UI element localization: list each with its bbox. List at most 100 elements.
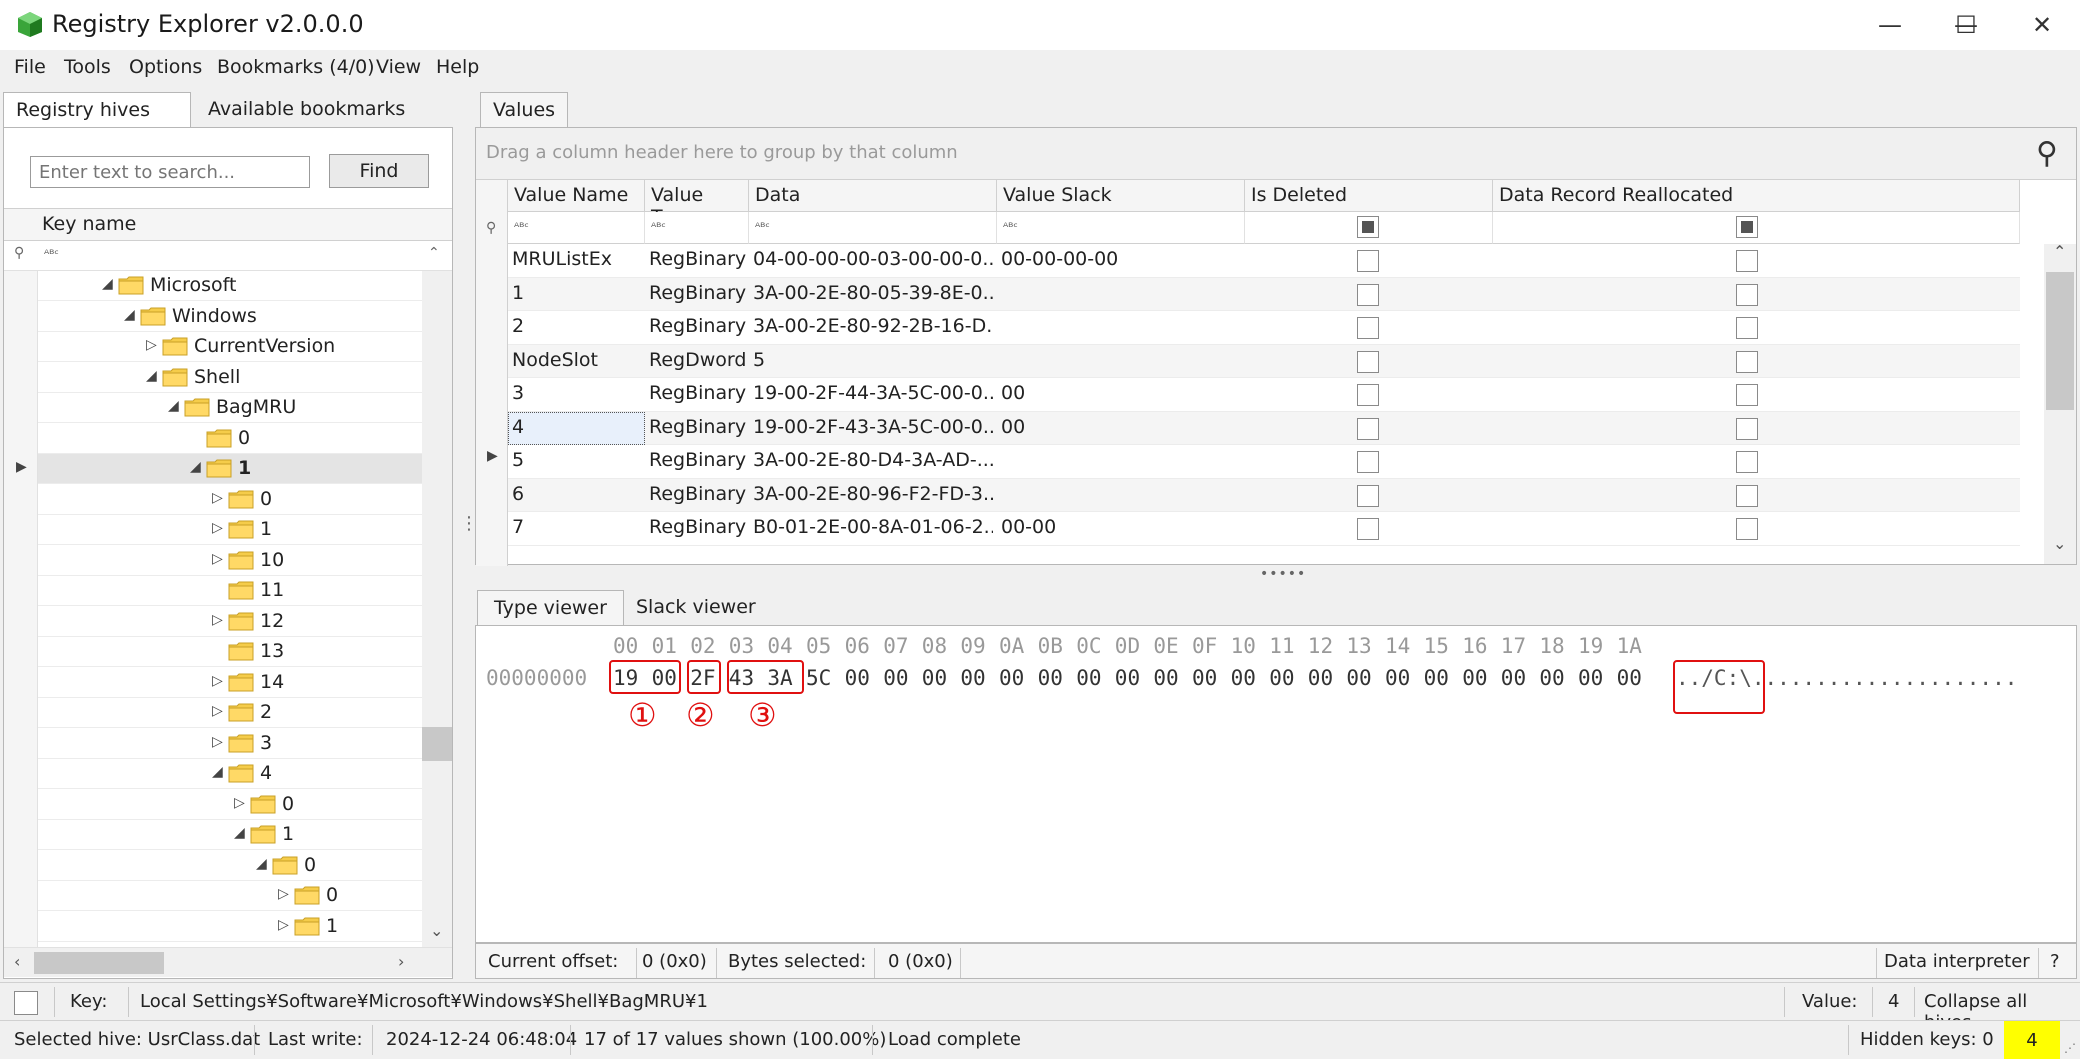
tree-node[interactable]: ◢ 4 <box>38 759 422 789</box>
find-button[interactable]: Find <box>329 154 429 188</box>
filter-data-record-reallocated[interactable] <box>1493 212 2020 244</box>
collapse-icon[interactable]: ◢ <box>168 398 179 414</box>
expand-icon[interactable]: ▷ <box>212 734 223 750</box>
filter-value-type[interactable]: ᴬᴮᶜ <box>645 212 749 244</box>
tree-node[interactable]: ▷ CurrentVersion <box>38 332 422 362</box>
collapse-icon[interactable]: ◢ <box>234 825 245 841</box>
hex-byte[interactable]: 00 <box>883 666 908 690</box>
expand-icon[interactable]: ▷ <box>234 795 245 811</box>
hex-byte[interactable]: 00 <box>1115 666 1140 690</box>
hex-byte[interactable]: 00 <box>999 666 1024 690</box>
column-data-record-reallocated[interactable]: Data Record Reallocated <box>1493 180 2020 212</box>
tree-node[interactable]: ◢ BagMRU <box>38 393 422 423</box>
tree-node[interactable]: ▷ 10 <box>38 546 422 576</box>
help-button[interactable]: ? <box>2050 951 2060 972</box>
tree-node[interactable]: ▷ 1 <box>38 912 422 942</box>
expand-icon[interactable]: ▷ <box>212 520 223 536</box>
tree-node[interactable]: 13 <box>38 637 422 667</box>
reallocated-checkbox[interactable] <box>1736 384 1758 406</box>
expand-icon[interactable]: ▷ <box>278 886 289 902</box>
tab-type-viewer[interactable]: Type viewer <box>477 590 624 626</box>
hex-byte[interactable]: 00 <box>1308 666 1333 690</box>
tree-node[interactable]: ◢ 1 <box>38 454 422 484</box>
value-row[interactable]: 5 RegBinary 3A-00-2E-80-D4-3A-AD-... <box>508 445 2020 479</box>
filter-checkbox[interactable] <box>1736 216 1758 238</box>
value-row[interactable]: 7 RegBinary B0-01-2E-00-8A-01-06-2... 00-00 <box>508 512 2020 546</box>
search-input[interactable] <box>30 156 310 188</box>
tree-node[interactable]: ▷ 14 <box>38 668 422 698</box>
column-data[interactable]: Data <box>749 180 997 212</box>
reallocated-checkbox[interactable] <box>1736 283 1758 306</box>
hex-byte[interactable]: 00 <box>1462 666 1487 690</box>
values-vertical-scrollbar[interactable]: ⌃ ⌄ <box>2044 242 2076 564</box>
is-deleted-checkbox[interactable] <box>1357 518 1379 540</box>
resize-grip-icon[interactable]: ⋰ <box>2064 1041 2076 1055</box>
expand-icon[interactable]: ▷ <box>212 612 223 628</box>
reallocated-checkbox[interactable] <box>1736 518 1758 540</box>
value-row[interactable]: NodeSlot RegDword 5 <box>508 344 2020 378</box>
hex-ascii[interactable]: ../C:\..................... <box>1676 666 2017 690</box>
hex-byte[interactable]: 00 <box>1231 666 1256 690</box>
tree-node[interactable]: ▷ 2 <box>38 698 422 728</box>
minimize-button[interactable]: — <box>1860 8 1920 42</box>
is-deleted-checkbox[interactable] <box>1357 384 1379 406</box>
value-row[interactable]: 2 RegBinary 3A-00-2E-80-92-2B-16-D... <box>508 311 2020 345</box>
value-row[interactable]: 6 RegBinary 3A-00-2E-80-96-F2-FD-3... <box>508 478 2020 512</box>
reallocated-checkbox[interactable] <box>1736 350 1758 373</box>
tab-available-bookmarks[interactable]: Available bookmarks (5/0) <box>196 92 456 154</box>
menu-tools[interactable]: Tools <box>64 56 111 78</box>
scroll-down-icon[interactable]: ⌄ <box>430 921 443 940</box>
key-name-header[interactable]: Key name <box>4 208 452 241</box>
value-row[interactable]: 4 RegBinary 19-00-2F-43-3A-5C-00-0... 00 <box>508 411 2020 445</box>
tree-vertical-scrollbar[interactable]: ⌄ <box>422 271 452 947</box>
tree-node[interactable]: ▷ 0 <box>38 485 422 515</box>
reallocated-checkbox[interactable] <box>1736 317 1758 339</box>
tree-hscroll-thumb[interactable] <box>34 952 164 974</box>
expand-icon[interactable]: ▷ <box>146 337 157 353</box>
reallocated-checkbox[interactable] <box>1736 451 1758 473</box>
column-value-name[interactable]: Value Name <box>508 180 645 212</box>
scroll-right-icon[interactable]: › <box>398 952 404 971</box>
tree-scroll-thumb[interactable] <box>422 727 452 761</box>
menu-file[interactable]: File <box>14 56 46 78</box>
data-interpreter-button[interactable]: Data interpreter <box>1884 951 2030 972</box>
hex-byte[interactable]: 00 <box>1424 666 1449 690</box>
tree-node[interactable]: 11 <box>38 576 422 606</box>
is-deleted-checkbox[interactable] <box>1357 451 1379 473</box>
tree-node[interactable]: ◢ Shell <box>38 363 422 393</box>
tree-filter-row[interactable]: ⚲ ᴬᴮᶜ ⌃ <box>4 241 452 271</box>
collapse-icon[interactable]: ◢ <box>146 368 157 384</box>
hex-byte[interactable]: 00 <box>1192 666 1217 690</box>
expand-icon[interactable]: ▷ <box>212 673 223 689</box>
scroll-down-icon[interactable]: ⌄ <box>2053 534 2066 553</box>
reallocated-checkbox[interactable] <box>1736 417 1758 440</box>
group-by-bar[interactable]: Drag a column header here to group by th… <box>476 128 2076 180</box>
value-row[interactable]: 1 RegBinary 3A-00-2E-80-05-39-8E-0... <box>508 277 2020 311</box>
key-checkbox[interactable] <box>14 991 38 1015</box>
menu-bookmarks[interactable]: Bookmarks (4/0) <box>217 56 375 78</box>
collapse-icon[interactable]: ◢ <box>256 856 267 872</box>
filter-checkbox[interactable] <box>1357 216 1379 238</box>
expand-icon[interactable]: ▷ <box>212 490 223 506</box>
menu-options[interactable]: Options <box>129 56 202 78</box>
value-row[interactable]: MRUListEx RegBinary 04-00-00-00-03-00-00-0… <box>508 244 2020 278</box>
filter-value-slack[interactable]: ᴬᴮᶜ <box>997 212 1245 244</box>
hex-byte[interactable]: 00 <box>1617 666 1642 690</box>
column-value-slack[interactable]: Value Slack <box>997 180 1245 212</box>
filter-value-name[interactable]: ᴬᴮᶜ <box>508 212 645 244</box>
column-is-deleted[interactable]: Is Deleted <box>1245 180 1493 212</box>
is-deleted-checkbox[interactable] <box>1357 417 1379 440</box>
hex-byte[interactable]: 00 <box>960 666 985 690</box>
filter-is-deleted[interactable] <box>1245 212 1493 244</box>
tree-node[interactable]: ▷ 0 <box>38 790 422 820</box>
menu-help[interactable]: Help <box>436 56 479 78</box>
hex-byte[interactable]: 00 <box>1076 666 1101 690</box>
tab-values[interactable]: Values <box>480 92 568 128</box>
column-value-type[interactable]: Value Type <box>645 180 749 228</box>
hex-byte[interactable]: 00 <box>1385 666 1410 690</box>
expand-icon[interactable]: ▷ <box>278 917 289 933</box>
scroll-left-icon[interactable]: ‹ <box>14 952 20 971</box>
is-deleted-checkbox[interactable] <box>1357 250 1379 272</box>
tree-node[interactable]: ◢ Microsoft <box>38 271 422 301</box>
hex-byte[interactable]: 00 <box>1346 666 1371 690</box>
